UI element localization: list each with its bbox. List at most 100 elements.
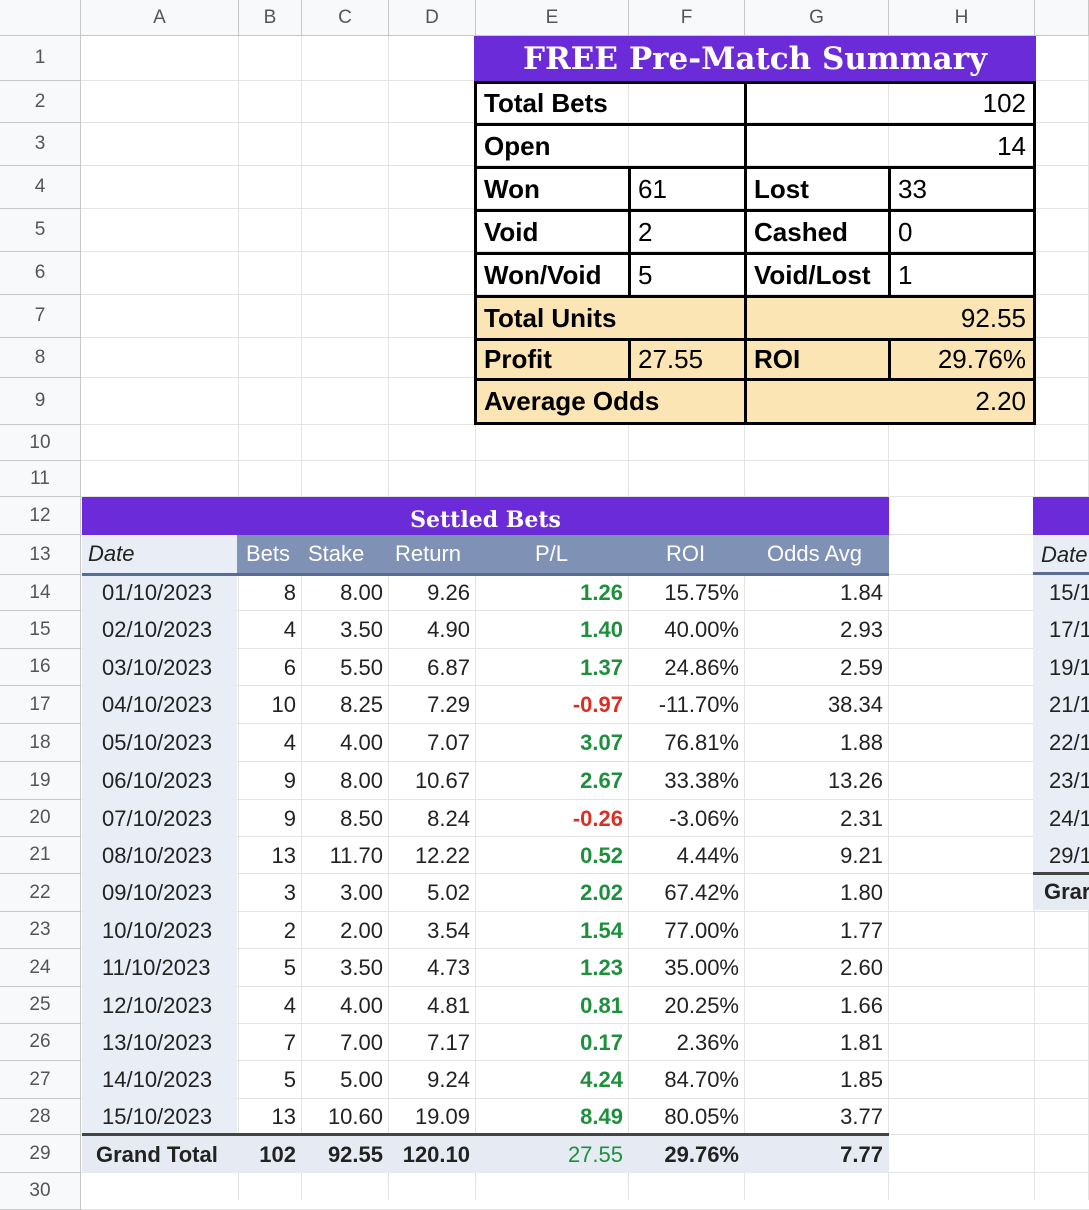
row-header[interactable]: 20 bbox=[0, 800, 81, 837]
open-label[interactable]: Open bbox=[474, 123, 747, 169]
cell-stake[interactable]: 7.00 bbox=[300, 1025, 383, 1061]
row-header[interactable]: 11 bbox=[0, 461, 81, 497]
cell-odds-avg[interactable]: 1.88 bbox=[745, 725, 883, 761]
cell-roi[interactable]: 77.00% bbox=[630, 913, 739, 949]
cell-bets[interactable]: 13 bbox=[240, 1099, 296, 1135]
cell-date[interactable]: 14/10/2023 bbox=[102, 1062, 212, 1098]
lost-value[interactable]: 33 bbox=[888, 166, 1036, 212]
cell-return[interactable]: 9.24 bbox=[386, 1062, 470, 1098]
column-header-f[interactable]: F bbox=[629, 0, 745, 36]
cell-return[interactable]: 9.26 bbox=[386, 575, 470, 611]
total-units-label[interactable]: Total Units bbox=[474, 295, 747, 341]
row-header[interactable]: 27 bbox=[0, 1061, 81, 1099]
cell-return[interactable]: 5.02 bbox=[386, 875, 470, 911]
cell-bets[interactable]: 13 bbox=[240, 838, 296, 874]
cell-stake[interactable]: 8.25 bbox=[300, 687, 383, 723]
average-odds-label[interactable]: Average Odds bbox=[474, 378, 747, 425]
cell-bets[interactable]: 7 bbox=[240, 1025, 296, 1061]
grand-total-roi[interactable]: 29.76% bbox=[630, 1137, 739, 1173]
cell-date[interactable]: 09/10/2023 bbox=[102, 875, 212, 911]
won-value[interactable]: 61 bbox=[628, 166, 747, 212]
average-odds-value[interactable]: 2.20 bbox=[744, 378, 1036, 425]
row-header[interactable]: 13 bbox=[0, 535, 81, 575]
cell-pl[interactable]: 0.17 bbox=[480, 1025, 623, 1061]
row-header[interactable]: 8 bbox=[0, 338, 81, 378]
void-value[interactable]: 2 bbox=[628, 209, 747, 255]
cell-stake[interactable]: 4.00 bbox=[300, 725, 383, 761]
cell-bets[interactable]: 4 bbox=[240, 725, 296, 761]
cashed-value[interactable]: 0 bbox=[888, 209, 1036, 255]
cell-stake[interactable]: 5.00 bbox=[300, 1062, 383, 1098]
header-bets[interactable]: Bets bbox=[246, 535, 290, 573]
cell-stake[interactable]: 3.00 bbox=[300, 875, 383, 911]
header-roi[interactable]: ROI bbox=[666, 535, 705, 573]
cell-stake[interactable]: 3.50 bbox=[300, 612, 383, 648]
cell-odds-avg[interactable]: 2.59 bbox=[745, 650, 883, 686]
grand-total-pl[interactable]: 27.55 bbox=[480, 1137, 623, 1173]
row-header[interactable]: 16 bbox=[0, 649, 81, 686]
cell-odds-avg[interactable]: 1.81 bbox=[745, 1025, 883, 1061]
header-return[interactable]: Return bbox=[395, 535, 461, 573]
row-header[interactable]: 1 bbox=[0, 36, 81, 81]
cell-pl[interactable]: 1.37 bbox=[480, 650, 623, 686]
cell-roi[interactable]: 35.00% bbox=[630, 950, 739, 986]
cell-return[interactable]: 6.87 bbox=[386, 650, 470, 686]
profit-value[interactable]: 27.55 bbox=[628, 338, 747, 381]
header-stake[interactable]: Stake bbox=[308, 535, 364, 573]
cell-bets[interactable]: 6 bbox=[240, 650, 296, 686]
row-header[interactable]: 5 bbox=[0, 209, 81, 252]
total-units-value[interactable]: 92.55 bbox=[744, 295, 1036, 341]
void-lost-label[interactable]: Void/Lost bbox=[744, 252, 891, 298]
cell-roi[interactable]: 15.75% bbox=[630, 575, 739, 611]
cell-odds-avg[interactable]: 13.26 bbox=[745, 763, 883, 799]
cell-pl[interactable]: -0.26 bbox=[480, 801, 623, 837]
cell-return[interactable]: 7.29 bbox=[386, 687, 470, 723]
cell-stake[interactable]: 8.00 bbox=[300, 575, 383, 611]
cell-bets[interactable]: 2 bbox=[240, 913, 296, 949]
cell-odds-avg[interactable]: 1.77 bbox=[745, 913, 883, 949]
cell-return[interactable]: 12.22 bbox=[386, 838, 470, 874]
cell-bets[interactable]: 8 bbox=[240, 575, 296, 611]
cell-bets[interactable]: 4 bbox=[240, 612, 296, 648]
column-header-extra[interactable] bbox=[1035, 0, 1089, 36]
cell-stake[interactable]: 8.00 bbox=[300, 763, 383, 799]
row-header[interactable]: 3 bbox=[0, 123, 81, 166]
cell-return[interactable]: 10.67 bbox=[386, 763, 470, 799]
cell-pl[interactable]: 4.24 bbox=[480, 1062, 623, 1098]
grand-total-label[interactable]: Grand Total bbox=[96, 1137, 218, 1173]
cell-return[interactable]: 3.54 bbox=[386, 913, 470, 949]
cell-stake[interactable]: 11.70 bbox=[300, 838, 383, 874]
row-header[interactable]: 17 bbox=[0, 686, 81, 724]
total-bets-label[interactable]: Total Bets bbox=[474, 81, 747, 126]
column-header-h[interactable]: H bbox=[889, 0, 1035, 36]
cell-odds-avg[interactable]: 1.85 bbox=[745, 1062, 883, 1098]
open-value[interactable]: 14 bbox=[744, 123, 1036, 169]
column-header-b[interactable]: B bbox=[239, 0, 302, 36]
cell-date[interactable]: 15/10/2023 bbox=[102, 1099, 212, 1135]
cell-date[interactable]: 06/10/2023 bbox=[102, 763, 212, 799]
cell-odds-avg[interactable]: 2.93 bbox=[745, 612, 883, 648]
total-bets-value[interactable]: 102 bbox=[744, 81, 1036, 126]
cell-bets[interactable]: 4 bbox=[240, 988, 296, 1024]
cell-bets[interactable]: 9 bbox=[240, 801, 296, 837]
cell-pl[interactable]: 1.23 bbox=[480, 950, 623, 986]
row-header[interactable]: 15 bbox=[0, 611, 81, 649]
row-header[interactable]: 7 bbox=[0, 295, 81, 338]
row-header[interactable]: 6 bbox=[0, 252, 81, 295]
right-cell-date[interactable]: 15/1 bbox=[1049, 575, 1089, 611]
right-cell-date[interactable]: 23/1 bbox=[1049, 763, 1089, 799]
cell-return[interactable]: 19.09 bbox=[386, 1099, 470, 1135]
cell-odds-avg[interactable]: 2.31 bbox=[745, 801, 883, 837]
cell-pl[interactable]: 1.26 bbox=[480, 575, 623, 611]
profit-label[interactable]: Profit bbox=[474, 338, 631, 381]
won-void-label[interactable]: Won/Void bbox=[474, 252, 631, 298]
cell-roi[interactable]: 2.36% bbox=[630, 1025, 739, 1061]
cell-pl[interactable]: 2.02 bbox=[480, 875, 623, 911]
row-header[interactable]: 26 bbox=[0, 1024, 81, 1061]
cell-stake[interactable]: 8.50 bbox=[300, 801, 383, 837]
cell-return[interactable]: 4.90 bbox=[386, 612, 470, 648]
cell-roi[interactable]: 4.44% bbox=[630, 838, 739, 874]
cell-date[interactable]: 01/10/2023 bbox=[102, 575, 212, 611]
grand-total-odds[interactable]: 7.77 bbox=[745, 1137, 883, 1173]
column-header-c[interactable]: C bbox=[302, 0, 389, 36]
